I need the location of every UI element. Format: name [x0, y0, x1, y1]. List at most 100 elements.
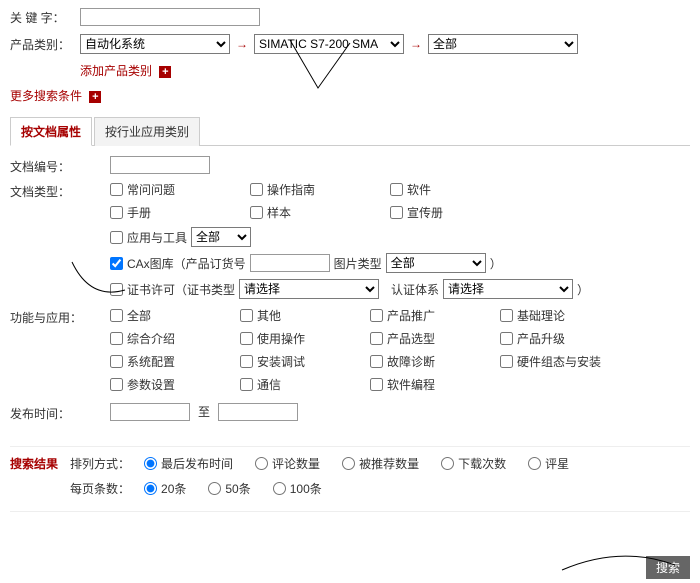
checkbox[interactable] [500, 332, 513, 345]
checkbox[interactable] [250, 206, 263, 219]
pub-to-input[interactable] [218, 403, 298, 421]
cert-type-select[interactable]: 请选择 [239, 279, 379, 299]
per-opt[interactable]: 50条 [208, 480, 250, 497]
checkbox[interactable] [370, 378, 383, 391]
checkbox[interactable] [500, 309, 513, 322]
doc-type-label: 文档类型： [10, 181, 110, 200]
category-level2-select[interactable]: SIMATIC S7-200 SMA [254, 34, 404, 54]
sort-opt[interactable]: 评论数量 [255, 455, 320, 472]
checkbox[interactable] [110, 309, 123, 322]
keyword-label: 关 键 字： [10, 9, 80, 26]
checkbox[interactable] [110, 231, 123, 244]
radio[interactable] [255, 457, 268, 470]
func-item[interactable]: 产品推广 [370, 307, 500, 324]
cax-check[interactable]: CAx图库（产品订货号 [110, 255, 246, 272]
plus-icon: + [159, 66, 171, 78]
func-item[interactable]: 产品升级 [500, 330, 640, 347]
arrow-icon: → [410, 37, 422, 51]
radio[interactable] [208, 482, 221, 495]
func-item[interactable]: 其他 [240, 307, 370, 324]
per-label: 每页条数： [70, 480, 130, 497]
cax-imgtype-select[interactable]: 全部 [386, 253, 486, 273]
checkbox[interactable] [110, 378, 123, 391]
tab-bar: 按文档属性 按行业应用类别 [10, 116, 690, 146]
func-item[interactable]: 产品选型 [370, 330, 500, 347]
doc-id-input[interactable] [110, 156, 210, 174]
sort-opt[interactable]: 被推荐数量 [342, 455, 419, 472]
checkbox[interactable] [370, 355, 383, 368]
cax-order-input[interactable] [250, 254, 330, 272]
cert-sys-select[interactable]: 请选择 [443, 279, 573, 299]
checkbox[interactable] [390, 206, 403, 219]
func-item[interactable]: 参数设置 [110, 376, 240, 393]
checkbox[interactable] [250, 183, 263, 196]
app-tool-select[interactable]: 全部 [191, 227, 251, 247]
func-item[interactable]: 硬件组态与安装 [500, 353, 640, 370]
radio[interactable] [144, 482, 157, 495]
doc-type-grid: 常问问题 操作指南 软件 手册 样本 宣传册 [110, 181, 690, 221]
func-item[interactable]: 通信 [240, 376, 370, 393]
category-level3-select[interactable]: 全部 [428, 34, 578, 54]
add-category-label: 添加产品类别 [80, 64, 152, 78]
func-item[interactable]: 故障诊断 [370, 353, 500, 370]
app-tool-check[interactable]: 应用与工具 [110, 229, 187, 246]
category-level1-select[interactable]: 自动化系统 [80, 34, 230, 54]
sort-opt[interactable]: 评星 [528, 455, 569, 472]
checkbox[interactable] [240, 309, 253, 322]
checkbox[interactable] [500, 355, 513, 368]
more-conditions-label: 更多搜索条件 [10, 89, 82, 103]
radio[interactable] [342, 457, 355, 470]
sort-opt[interactable]: 下载次数 [441, 455, 506, 472]
per-opt[interactable]: 20条 [144, 480, 186, 497]
doc-type-item[interactable]: 常问问题 [110, 181, 250, 198]
checkbox[interactable] [370, 332, 383, 345]
checkbox[interactable] [240, 355, 253, 368]
func-item[interactable]: 综合介绍 [110, 330, 240, 347]
func-item[interactable]: 使用操作 [240, 330, 370, 347]
separator [10, 446, 690, 447]
arrow-icon: → [236, 37, 248, 51]
checkbox[interactable] [110, 355, 123, 368]
doc-type-item[interactable]: 样本 [250, 204, 390, 221]
func-item[interactable]: 软件编程 [370, 376, 500, 393]
sort-opt[interactable]: 最后发布时间 [144, 455, 233, 472]
radio[interactable] [144, 457, 157, 470]
doc-type-item[interactable]: 操作指南 [250, 181, 390, 198]
cax-close: ） [490, 255, 502, 272]
doc-type-item[interactable]: 软件 [390, 181, 530, 198]
radio[interactable] [441, 457, 454, 470]
plus-icon: + [89, 91, 101, 103]
keyword-input[interactable] [80, 8, 260, 26]
tab-industry[interactable]: 按行业应用类别 [94, 117, 200, 146]
func-item[interactable]: 安装调试 [240, 353, 370, 370]
checkbox[interactable] [110, 332, 123, 345]
func-item[interactable]: 系统配置 [110, 353, 240, 370]
checkbox[interactable] [240, 332, 253, 345]
checkbox[interactable] [390, 183, 403, 196]
checkbox[interactable] [110, 257, 123, 270]
checkbox[interactable] [110, 283, 123, 296]
doc-type-item[interactable]: 宣传册 [390, 204, 530, 221]
search-button[interactable]: 搜索 [646, 556, 690, 579]
checkbox[interactable] [110, 183, 123, 196]
doc-id-label: 文档编号： [10, 156, 110, 175]
cax-imgtype-label: 图片类型 [334, 255, 382, 272]
checkbox[interactable] [240, 378, 253, 391]
cert-sys-label: 认证体系 [391, 281, 439, 298]
more-conditions-link[interactable]: 更多搜索条件 + [10, 87, 101, 104]
tab-doc-property[interactable]: 按文档属性 [10, 117, 92, 146]
add-category-link[interactable]: 添加产品类别 + [80, 62, 171, 79]
per-opt[interactable]: 100条 [273, 480, 322, 497]
func-grid: 全部 其他 产品推广 基础理论 综合介绍 使用操作 产品选型 产品升级 系统配置… [110, 307, 640, 393]
radio[interactable] [273, 482, 286, 495]
checkbox[interactable] [110, 206, 123, 219]
func-item[interactable]: 全部 [110, 307, 240, 324]
pub-label: 发布时间： [10, 403, 110, 422]
doc-type-item[interactable]: 手册 [110, 204, 250, 221]
results-title: 搜索结果 [10, 455, 58, 472]
func-item[interactable]: 基础理论 [500, 307, 640, 324]
checkbox[interactable] [370, 309, 383, 322]
pub-from-input[interactable] [110, 403, 190, 421]
cert-check[interactable]: 证书许可（证书类型 [110, 281, 235, 298]
radio[interactable] [528, 457, 541, 470]
